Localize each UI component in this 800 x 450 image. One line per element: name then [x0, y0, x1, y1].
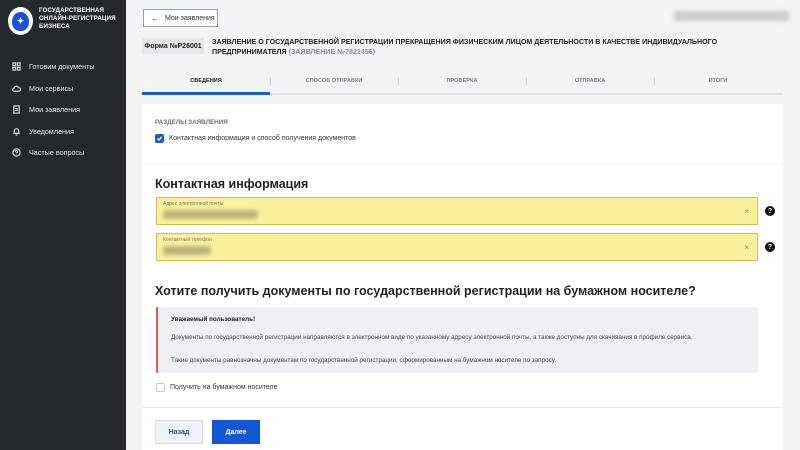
notice-paragraph-1: Документы по государственной регистрации… [171, 334, 693, 341]
step-tabs: Сведения Способ отправки Проверка Отправ… [142, 75, 782, 95]
paper-copy-checkbox-row[interactable]: Получить на бумажном носителе [156, 383, 278, 392]
back-to-applications-button[interactable]: ← Мои заявления [143, 9, 218, 27]
checkbox-unchecked-icon[interactable] [156, 383, 165, 392]
sidebar-item-label: Уведомления [29, 126, 74, 136]
form-number-badge: Форма №Р26001 [142, 38, 204, 54]
sidebar-item-label: Мои сервисы [29, 83, 74, 93]
phone-value-redacted [163, 246, 211, 255]
back-button-label: Мои заявления [165, 14, 215, 22]
phone-help-icon[interactable]: ? [765, 242, 775, 252]
tab-submit[interactable]: Отправка [526, 75, 654, 93]
sidebar: ✦ Государственная онлайн-регистрация биз… [0, 0, 126, 450]
grid-icon [11, 62, 21, 72]
tab-details[interactable]: Сведения [142, 75, 270, 95]
cloud-icon [11, 83, 21, 93]
checkbox-checked-icon[interactable] [155, 134, 164, 143]
contact-card: Контактная информация Адрес электронной … [142, 165, 783, 450]
form-subtitle: (заявление №7821456) [288, 47, 376, 56]
sidebar-nav: Готовим документы Мои сервисы Мои заявле… [0, 56, 126, 164]
notice-box: Уважаемый пользователь! Документы по гос… [156, 307, 758, 373]
sidebar-item-applications[interactable]: Мои заявления [0, 99, 126, 121]
brand-title: Государственная онлайн-регистрация бизне… [39, 7, 116, 30]
section-contact-label: Контактная информация и способ получения… [169, 135, 356, 142]
section-contact-checkbox-row[interactable]: Контактная информация и способ получения… [155, 134, 356, 143]
sidebar-item-services[interactable]: Мои сервисы [0, 78, 126, 100]
paper-copy-label: Получить на бумажном носителе [170, 384, 278, 391]
phone-field-label: Контактный телефон [163, 237, 212, 243]
email-value-redacted [163, 210, 258, 219]
document-icon [11, 105, 21, 115]
email-field[interactable]: Адрес электронной почты × [156, 197, 758, 225]
sidebar-item-label: Готовим документы [29, 62, 95, 72]
sidebar-item-faq[interactable]: Частые вопросы [0, 142, 126, 164]
back-button[interactable]: Назад [155, 420, 203, 444]
notice-paragraph-2: Такие документы равнозначны документам п… [171, 357, 557, 364]
tab-delivery-method[interactable]: Способ отправки [270, 75, 398, 93]
sidebar-item-label: Частые вопросы [29, 148, 85, 158]
email-field-label: Адрес электронной почты [163, 201, 224, 207]
divider [142, 407, 783, 408]
email-clear-icon[interactable]: × [744, 207, 749, 216]
sidebar-item-prepare-docs[interactable]: Готовим документы [0, 56, 126, 78]
arrow-left-icon: ← [151, 13, 159, 23]
tab-results[interactable]: Итоги [654, 75, 782, 93]
emblem-icon: ✦ [8, 7, 33, 35]
form-title: Заявление о государственной регистрации … [212, 38, 772, 57]
sections-heading: Разделы заявления [155, 119, 228, 126]
sidebar-item-label: Мои заявления [29, 105, 80, 115]
tab-review[interactable]: Проверка [398, 75, 526, 93]
question-icon [11, 148, 21, 158]
phone-field[interactable]: Контактный телефон × [156, 233, 758, 261]
sidebar-item-notifications[interactable]: Уведомления [0, 121, 126, 143]
paper-docs-heading: Хотите получить документы по государстве… [155, 284, 696, 298]
brand[interactable]: ✦ Государственная онлайн-регистрация биз… [0, 0, 126, 46]
user-name-redacted[interactable] [674, 11, 789, 21]
email-help-icon[interactable]: ? [765, 206, 775, 216]
notice-title: Уважаемый пользователь! [171, 316, 256, 323]
bell-icon [11, 126, 21, 136]
main-content: ← Мои заявления Форма №Р26001 Заявление … [126, 0, 800, 450]
sections-card: Разделы заявления Контактная информация … [142, 104, 783, 164]
phone-clear-icon[interactable]: × [744, 243, 749, 252]
contact-heading: Контактная информация [155, 177, 309, 191]
next-button[interactable]: Далее [212, 420, 260, 444]
